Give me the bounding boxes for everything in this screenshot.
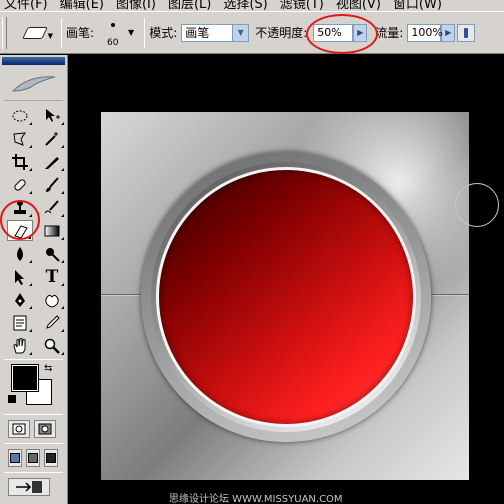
tool-preset-picker[interactable]: ▼ bbox=[13, 18, 57, 48]
opacity-field[interactable]: 50% bbox=[313, 23, 354, 42]
document-canvas[interactable] bbox=[101, 112, 469, 480]
color-swatches: ⇆ bbox=[6, 363, 61, 411]
full-screen-menu-icon[interactable] bbox=[26, 449, 40, 467]
marquee-icon[interactable] bbox=[7, 105, 33, 126]
default-colors-icon[interactable] bbox=[8, 395, 16, 403]
toolbox-title-bar[interactable] bbox=[2, 57, 65, 65]
options-bar-grip[interactable] bbox=[2, 16, 7, 49]
chevron-down-icon: ▼ bbox=[47, 31, 53, 40]
eraser-icon[interactable] bbox=[7, 220, 33, 241]
opacity-label: 不透明度: bbox=[255, 26, 308, 40]
watermark: 思缘设计论坛 WWW.MISSYUAN.COM bbox=[169, 494, 343, 504]
tool-grid: T bbox=[0, 103, 67, 356]
mode-select[interactable]: 画笔 ▼ bbox=[181, 23, 250, 42]
history-brush-icon[interactable] bbox=[39, 197, 65, 218]
gradient-icon[interactable] bbox=[39, 220, 65, 241]
eraser-brush-cursor bbox=[455, 183, 499, 227]
standard-mode-icon[interactable] bbox=[8, 420, 30, 438]
standard-screen-icon[interactable] bbox=[8, 449, 22, 467]
flow-label: 流量: bbox=[375, 26, 404, 40]
brush-size: 60 bbox=[107, 37, 119, 48]
crop-icon[interactable] bbox=[7, 151, 33, 172]
mode-label: 模式: bbox=[149, 26, 178, 40]
menu-file[interactable]: 文件(F) bbox=[4, 0, 48, 12]
eraser-icon bbox=[22, 26, 48, 39]
dodge-icon[interactable] bbox=[39, 243, 65, 264]
quick-mask-mode-icon[interactable] bbox=[34, 420, 56, 438]
screen-mode-buttons bbox=[0, 447, 67, 469]
brush-picker-chevron-icon[interactable]: ▼ bbox=[128, 28, 134, 37]
menu-edit[interactable]: 编辑(E) bbox=[60, 0, 104, 12]
pen-icon[interactable] bbox=[7, 289, 33, 310]
magic-wand-icon[interactable] bbox=[39, 128, 65, 149]
blur-icon[interactable] bbox=[7, 243, 33, 264]
divider bbox=[144, 17, 146, 48]
flow-slider-button[interactable]: ▶ bbox=[441, 23, 456, 42]
menu-layer[interactable]: 图层(L) bbox=[168, 0, 211, 12]
full-screen-icon[interactable] bbox=[44, 449, 58, 467]
menu-filter[interactable]: 滤镜(T) bbox=[280, 0, 324, 12]
options-bar: ▼ 画笔: 60 ▼ 模式: 画笔 ▼ 不透明度: 50% ▶ 流量: 100%… bbox=[0, 12, 504, 54]
canvas-area[interactable]: 思缘设计论坛 WWW.MISSYUAN.COM bbox=[69, 55, 504, 504]
divider bbox=[4, 414, 63, 415]
zoom-icon[interactable] bbox=[39, 335, 65, 356]
menu-window[interactable]: 窗口(W) bbox=[393, 0, 442, 12]
feather-logo-icon[interactable] bbox=[4, 67, 63, 101]
mode-value: 画笔 bbox=[185, 25, 210, 40]
flow-field[interactable]: 100% bbox=[407, 23, 443, 42]
divider bbox=[4, 359, 63, 360]
airbrush-toggle-icon[interactable] bbox=[457, 23, 476, 42]
jump-to-buttons bbox=[0, 476, 67, 498]
clone-stamp-icon[interactable] bbox=[7, 197, 33, 218]
swap-colors-icon[interactable]: ⇆ bbox=[44, 363, 52, 374]
foreground-color-swatch[interactable] bbox=[11, 364, 39, 392]
brush-picker[interactable]: 60 bbox=[98, 18, 128, 48]
brush-icon[interactable] bbox=[39, 174, 65, 195]
slice-icon[interactable] bbox=[39, 151, 65, 172]
eyedropper-icon[interactable] bbox=[39, 312, 65, 333]
custom-shape-icon[interactable] bbox=[39, 289, 65, 310]
menu-view[interactable]: 视图(V) bbox=[336, 0, 381, 12]
mask-mode-buttons bbox=[0, 418, 67, 440]
chevron-down-icon[interactable]: ▼ bbox=[232, 24, 249, 41]
divider bbox=[61, 17, 62, 48]
lasso-icon[interactable] bbox=[7, 128, 33, 149]
red-button bbox=[156, 167, 416, 427]
menu-image[interactable]: 图像(I) bbox=[116, 0, 156, 12]
divider bbox=[4, 472, 63, 473]
toolbox: T ⇆ bbox=[0, 55, 68, 504]
menu-select[interactable]: 选择(S) bbox=[223, 0, 267, 12]
brush-tip-icon bbox=[111, 22, 116, 27]
divider bbox=[4, 443, 63, 444]
menu-bar: 文件(F) 编辑(E) 图像(I) 图层(L) 选择(S) 滤镜(T) 视图(V… bbox=[0, 0, 504, 12]
type-icon[interactable]: T bbox=[39, 266, 65, 287]
brush-label: 画笔: bbox=[66, 26, 95, 40]
path-selection-icon[interactable] bbox=[7, 266, 33, 287]
notes-icon[interactable] bbox=[7, 312, 33, 333]
healing-brush-icon[interactable] bbox=[7, 174, 33, 195]
jump-to-imageready-icon[interactable] bbox=[8, 478, 50, 496]
move-icon[interactable] bbox=[39, 105, 65, 126]
opacity-slider-button[interactable]: ▶ bbox=[353, 23, 368, 42]
hand-icon[interactable] bbox=[7, 335, 33, 356]
